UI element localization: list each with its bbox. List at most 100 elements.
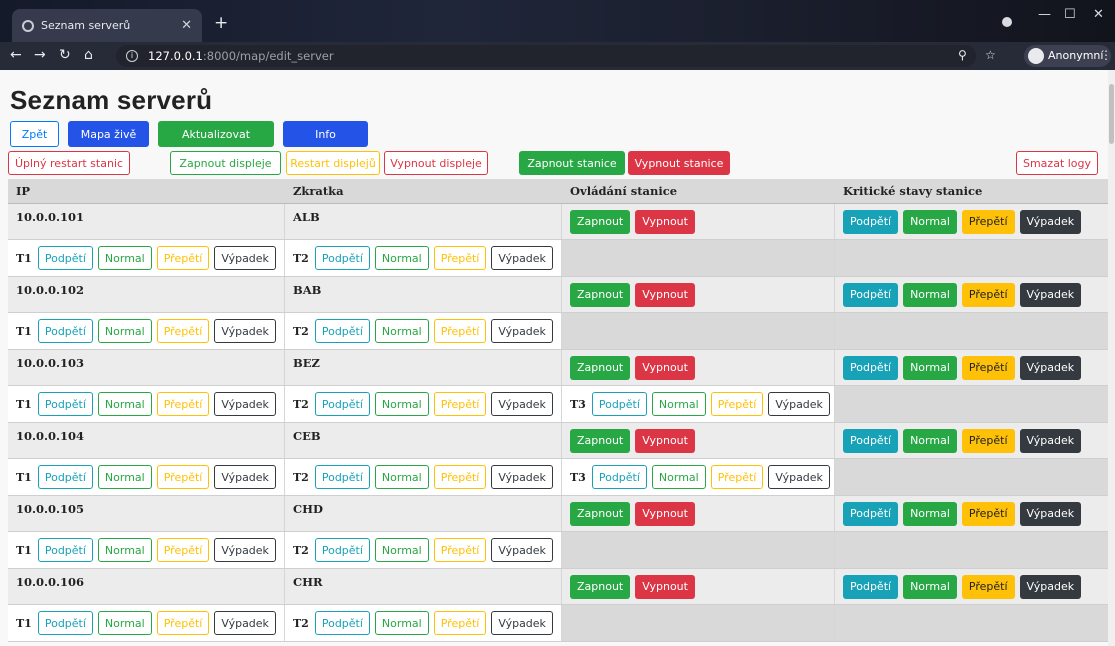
terminal-under-voltage-button[interactable]: Podpětí [314,465,370,489]
terminal-under-voltage-button[interactable]: Podpětí [314,392,370,416]
critical-under-voltage-button[interactable]: Podpětí [843,209,899,234]
terminal-over-voltage-button[interactable]: Přepětí [156,538,210,562]
stations-off-button[interactable]: Vypnout stanice [628,151,730,175]
profile-button[interactable]: Anonymní [1024,45,1112,67]
terminal-over-voltage-button[interactable]: Přepětí [156,319,210,343]
critical-under-voltage-button[interactable]: Podpětí [843,355,899,380]
refresh-button[interactable]: Aktualizovat [158,121,274,147]
home-icon[interactable]: ⌂ [84,47,93,63]
terminal-under-voltage-button[interactable]: Podpětí [37,246,93,270]
critical-outage-button[interactable]: Výpadek [1019,282,1082,307]
critical-under-voltage-button[interactable]: Podpětí [843,282,899,307]
terminal-normal-button[interactable]: Normal [97,538,152,562]
address-bar[interactable]: i 127.0.0.1 :8000/map/edit_server [116,45,976,67]
terminal-over-voltage-button[interactable]: Přepětí [433,392,487,416]
terminal-under-voltage-button[interactable]: Podpětí [37,319,93,343]
terminal-outage-button[interactable]: Výpadek [491,465,553,489]
terminal-outage-button[interactable]: Výpadek [491,611,553,635]
reload-icon[interactable]: ↻ [59,47,71,63]
critical-under-voltage-button[interactable]: Podpětí [843,501,899,526]
menu-icon[interactable]: ⋮ [1100,48,1112,62]
new-tab-icon[interactable]: + [214,13,228,33]
station-off-button[interactable]: Vypnout [635,355,695,380]
terminal-under-voltage-button[interactable]: Podpětí [37,465,93,489]
terminal-over-voltage-button[interactable]: Přepětí [433,611,487,635]
terminal-outage-button[interactable]: Výpadek [214,538,276,562]
close-icon[interactable]: ✕ [181,18,192,33]
station-on-button[interactable]: Zapnout [570,355,631,380]
terminal-under-voltage-button[interactable]: Podpětí [314,246,370,270]
back-arrow-icon[interactable]: ← [10,47,22,63]
critical-normal-button[interactable]: Normal [903,355,957,380]
forward-arrow-icon[interactable]: → [34,47,46,63]
terminal-outage-button[interactable]: Výpadek [768,392,830,416]
displays-off-button[interactable]: Vypnout displeje [384,151,488,175]
station-on-button[interactable]: Zapnout [570,209,631,234]
scrollbar-thumb[interactable] [1109,84,1114,144]
terminal-normal-button[interactable]: Normal [374,392,429,416]
minimize-icon[interactable]: — [1038,7,1051,22]
terminal-normal-button[interactable]: Normal [97,392,152,416]
terminal-normal-button[interactable]: Normal [651,392,706,416]
terminal-over-voltage-button[interactable]: Přepětí [156,465,210,489]
maximize-icon[interactable]: ☐ [1064,7,1076,22]
terminal-under-voltage-button[interactable]: Podpětí [314,538,370,562]
station-off-button[interactable]: Vypnout [635,501,695,526]
terminal-under-voltage-button[interactable]: Podpětí [314,611,370,635]
terminal-under-voltage-button[interactable]: Podpětí [37,611,93,635]
terminal-under-voltage-button[interactable]: Podpětí [591,465,647,489]
critical-normal-button[interactable]: Normal [903,209,957,234]
terminal-over-voltage-button[interactable]: Přepětí [156,392,210,416]
bookmark-star-icon[interactable]: ☆ [985,48,996,62]
critical-under-voltage-button[interactable]: Podpětí [843,428,899,453]
delete-logs-button[interactable]: Smazat logy [1016,151,1098,175]
terminal-outage-button[interactable]: Výpadek [214,465,276,489]
terminal-outage-button[interactable]: Výpadek [491,392,553,416]
critical-outage-button[interactable]: Výpadek [1019,574,1082,599]
terminal-under-voltage-button[interactable]: Podpětí [37,392,93,416]
scrollbar[interactable] [1108,70,1115,646]
terminal-over-voltage-button[interactable]: Přepětí [433,465,487,489]
critical-outage-button[interactable]: Výpadek [1019,209,1082,234]
station-off-button[interactable]: Vypnout [635,209,695,234]
critical-over-voltage-button[interactable]: Přepětí [961,355,1015,380]
terminal-outage-button[interactable]: Výpadek [214,392,276,416]
stations-on-button[interactable]: Zapnout stanice [519,151,625,175]
terminal-normal-button[interactable]: Normal [97,465,152,489]
station-off-button[interactable]: Vypnout [635,428,695,453]
station-on-button[interactable]: Zapnout [570,501,631,526]
terminal-outage-button[interactable]: Výpadek [214,611,276,635]
terminal-outage-button[interactable]: Výpadek [214,246,276,270]
critical-normal-button[interactable]: Normal [903,501,957,526]
terminal-outage-button[interactable]: Výpadek [768,465,830,489]
terminal-outage-button[interactable]: Výpadek [214,319,276,343]
terminal-over-voltage-button[interactable]: Přepětí [710,465,764,489]
info-button[interactable]: Info [283,121,368,147]
critical-under-voltage-button[interactable]: Podpětí [843,574,899,599]
critical-outage-button[interactable]: Výpadek [1019,355,1082,380]
terminal-under-voltage-button[interactable]: Podpětí [37,538,93,562]
terminal-normal-button[interactable]: Normal [374,319,429,343]
terminal-normal-button[interactable]: Normal [374,465,429,489]
terminal-normal-button[interactable]: Normal [651,465,706,489]
terminal-normal-button[interactable]: Normal [374,538,429,562]
info-icon[interactable]: i [126,50,138,62]
full-restart-button[interactable]: Úplný restart stanic [8,151,130,175]
critical-over-voltage-button[interactable]: Přepětí [961,574,1015,599]
displays-on-button[interactable]: Zapnout displeje [170,151,281,175]
station-off-button[interactable]: Vypnout [635,282,695,307]
terminal-under-voltage-button[interactable]: Podpětí [591,392,647,416]
browser-tab[interactable]: Seznam serverů ✕ [12,9,202,42]
critical-normal-button[interactable]: Normal [903,428,957,453]
terminal-normal-button[interactable]: Normal [374,246,429,270]
terminal-under-voltage-button[interactable]: Podpětí [314,319,370,343]
critical-normal-button[interactable]: Normal [903,574,957,599]
station-on-button[interactable]: Zapnout [570,428,631,453]
terminal-normal-button[interactable]: Normal [97,319,152,343]
terminal-normal-button[interactable]: Normal [97,246,152,270]
terminal-over-voltage-button[interactable]: Přepětí [156,611,210,635]
zoom-icon[interactable]: ⚲ [958,48,967,62]
terminal-outage-button[interactable]: Výpadek [491,538,553,562]
station-on-button[interactable]: Zapnout [570,282,631,307]
critical-over-voltage-button[interactable]: Přepětí [961,428,1015,453]
